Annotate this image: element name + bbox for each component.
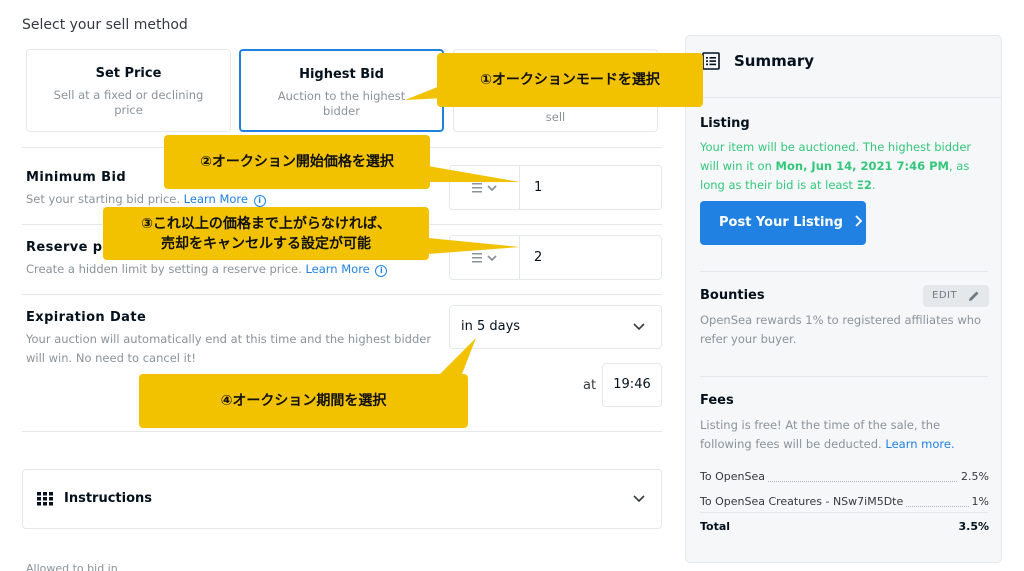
callout-line: ③これ以上の価格まで上がらなければ、 [141,215,391,232]
ethereum-icon [471,252,497,262]
method-card-set-price[interactable]: Set Price Sell at a fixed or declining p… [26,49,231,132]
method-title: Set Price [95,66,162,81]
grid-icon [37,492,53,506]
method-desc: Auction to the highest bidder [277,89,406,118]
edit-label: EDIT [932,290,958,301]
desc-text: Create a hidden limit by setting a reser… [26,262,302,276]
callout-line: 売却をキャンセルする設定が可能 [161,235,371,252]
listing-text: Your item will be auctioned. The highest… [700,138,990,195]
divider [22,294,662,295]
expiration-select[interactable]: in 5 days [449,305,662,349]
instructions-accordion[interactable]: Instructions [22,469,662,529]
callout-start-price: ②オークション開始価格を選択 [164,135,430,189]
chevron-down-icon [633,495,645,503]
summary-title: Summary [734,52,815,70]
callout-auction-mode: ①オークションモードを選択 [437,53,703,107]
listing-title: Listing [700,116,750,131]
minimum-bid-value: 1 [534,180,543,195]
info-icon[interactable]: i [375,265,388,277]
instructions-label: Instructions [64,491,153,506]
total-label: Total [700,520,734,533]
fee-row: To OpenSea 2.5% [700,470,989,486]
divider [700,512,988,513]
ethereum-icon [471,182,497,192]
chevron-right-icon [854,215,862,227]
fees-desc: Listing is free! At the time of the sale… [700,416,990,454]
fee-name: To OpenSea [700,470,768,483]
method-title: Highest Bid [299,67,384,82]
method-card-highest-bid[interactable]: Highest Bid Auction to the highest bidde… [239,49,444,132]
expiration-value: in 5 days [461,319,521,334]
currency-select[interactable] [450,236,520,279]
learn-more-link[interactable]: Learn more. [885,437,954,451]
method-desc: Sell at a fixed or declining price [53,88,204,117]
info-icon[interactable]: i [253,195,266,207]
listing-text-3: . [871,178,876,192]
learn-more-link[interactable]: Learn More [305,262,369,276]
fee-pct: 1% [968,495,989,508]
fee-pct: 2.5% [958,470,989,483]
list-icon [702,52,720,70]
callout-reserve-price: ③これ以上の価格まで上がらなければ、 売却をキャンセルする設定が可能 [103,207,429,260]
listing-date: Mon, Jun 14, 2021 7:46 PM [775,159,949,173]
reserve-price-label: Reserve pr [26,240,110,255]
cut-off-text: Allowed to bid in [26,562,118,571]
fee-total-row: Total 3.5% [700,520,989,536]
reserve-price-value: 2 [534,250,543,265]
fee-row: To OpenSea Creatures - NSw7iM5Dte 1% [700,495,989,511]
post-listing-label: Post Your Listing [719,215,843,230]
chevron-down-icon [633,323,645,331]
minimum-bid-label: Minimum Bid [26,170,127,185]
summary-header: Summary [686,36,1001,98]
reserve-price-input[interactable]: 2 [449,235,662,280]
fees-title: Fees [700,393,734,408]
total-pct: 3.5% [955,520,989,533]
minimum-bid-input[interactable]: 1 [449,165,662,210]
learn-more-link[interactable]: Learn More [184,192,248,206]
post-listing-button[interactable]: Post Your Listing [700,201,866,245]
expiration-desc: Your auction will automatically end at t… [26,332,432,365]
desc-text: Set your starting bid price. [26,192,181,206]
bounties-title: Bounties [700,288,765,303]
method-desc: sell [545,110,566,124]
divider [700,271,988,272]
callout-duration: ④オークション期間を選択 [139,374,468,428]
edit-bounties-button[interactable]: EDIT [923,285,989,307]
listing-min-price: Ξ2 [856,178,872,192]
time-input[interactable]: 19:46 [602,363,662,407]
fee-name: To OpenSea Creatures - NSw7iM5Dte [700,495,907,508]
section-title: Select your sell method [22,17,188,33]
at-label: at [583,378,597,393]
expiration-label: Expiration Date [26,310,147,325]
divider [22,431,662,432]
bounties-desc: OpenSea rewards 1% to registered affilia… [700,313,982,346]
reserve-price-desc: Create a hidden limit by setting a reser… [26,260,388,279]
pencil-icon [969,291,979,301]
currency-select[interactable] [450,166,520,209]
summary-panel: Summary Listing Your item will be auctio… [685,35,1002,563]
divider [700,376,988,377]
